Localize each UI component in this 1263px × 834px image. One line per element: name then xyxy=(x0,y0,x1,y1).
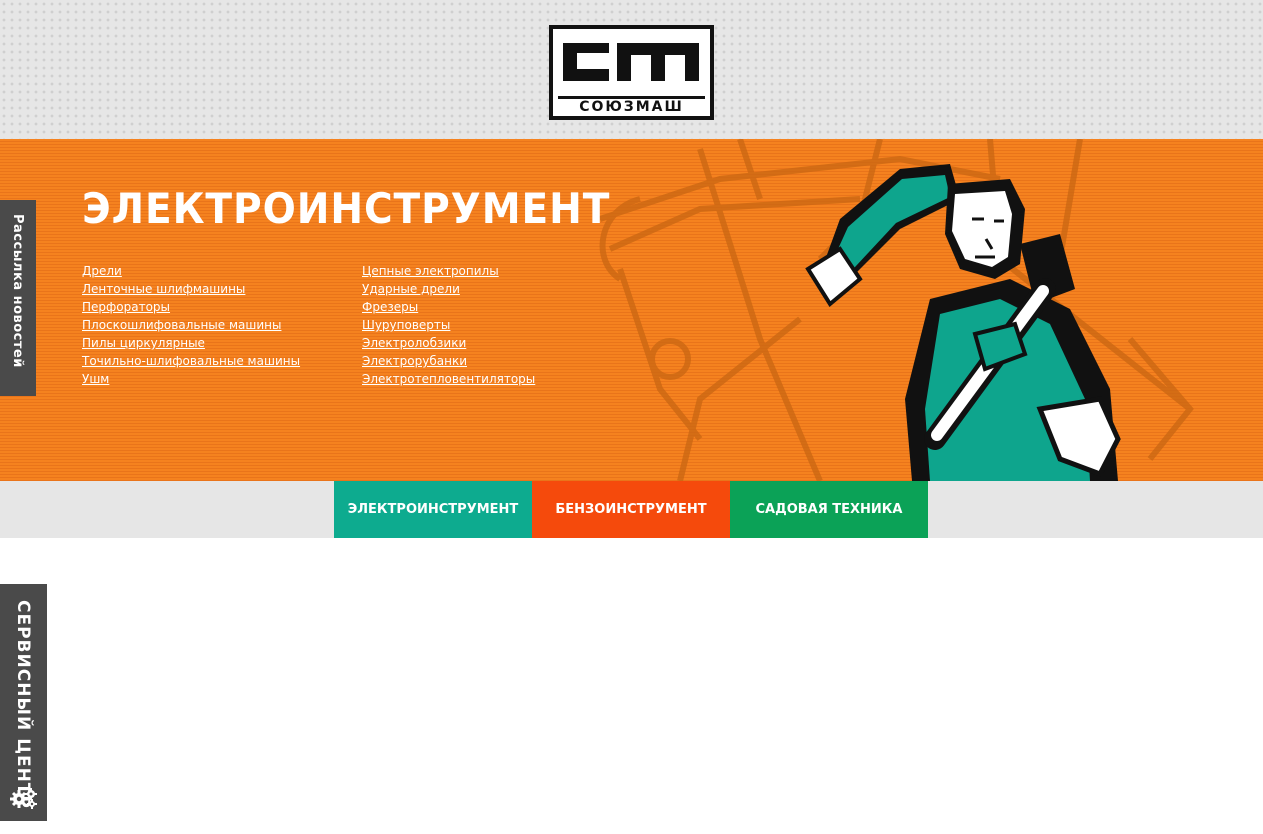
list-item: Точильно-шлифовальные машины xyxy=(82,351,300,369)
list-item: Шуруповерты xyxy=(362,315,535,333)
link-bench-grinders[interactable]: Точильно-шлифовальные машины xyxy=(82,354,300,368)
header: СОЮЗМАШ xyxy=(0,0,1263,139)
link-routers[interactable]: Фрезеры xyxy=(362,300,418,314)
list-item: Плоскошлифовальные машины xyxy=(82,315,300,333)
page-title: ЭЛЕКТРОИНСТРУМЕНТ xyxy=(82,184,611,233)
list-item: Фрезеры xyxy=(362,297,535,315)
list-item: Перфораторы xyxy=(82,297,300,315)
link-belt-sanders[interactable]: Ленточные шлифмашины xyxy=(82,282,245,296)
link-orbital-sanders[interactable]: Плоскошлифовальные машины xyxy=(82,318,281,332)
logo-text: СОЮЗМАШ xyxy=(558,96,705,115)
hero-banner: ЭЛЕКТРОИНСТРУМЕНТ Дрели Ленточные шлифма… xyxy=(0,139,1263,481)
tab-electro-tools[interactable]: ЭЛЕКТРОИНСТРУМЕНТ xyxy=(334,481,532,538)
list-item: Ушм xyxy=(82,369,300,387)
logo[interactable]: СОЮЗМАШ xyxy=(549,25,714,120)
link-planers[interactable]: Электрорубанки xyxy=(362,354,467,368)
list-item: Ленточные шлифмашины xyxy=(82,279,300,297)
link-heat-guns[interactable]: Электротепловентиляторы xyxy=(362,372,535,386)
newsletter-tab-label: Рассылка новостей xyxy=(10,214,25,368)
service-center-label: СЕРВИСНЫЙ ЦЕНТР xyxy=(13,600,33,809)
newsletter-tab[interactable]: Рассылка новостей xyxy=(0,200,36,396)
link-circular-saws[interactable]: Пилы циркулярные xyxy=(82,336,205,350)
list-item: Электротепловентиляторы xyxy=(362,369,535,387)
list-item: Электролобзики xyxy=(362,333,535,351)
link-impact-drills[interactable]: Ударные дрели xyxy=(362,282,460,296)
link-rotary-hammers[interactable]: Перфораторы xyxy=(82,300,170,314)
category-links-right: Цепные электропилы Ударные дрели Фрезеры… xyxy=(362,261,535,387)
link-jigsaws[interactable]: Электролобзики xyxy=(362,336,466,350)
worker-figure xyxy=(805,164,1121,481)
link-drills[interactable]: Дрели xyxy=(82,264,122,278)
list-item: Электрорубанки xyxy=(362,351,535,369)
list-item: Цепные электропилы xyxy=(362,261,535,279)
link-angle-grinders[interactable]: Ушм xyxy=(82,372,109,386)
service-center-tab[interactable]: СЕРВИСНЫЙ ЦЕНТР xyxy=(0,584,47,821)
link-screwdrivers[interactable]: Шуруповерты xyxy=(362,318,450,332)
category-tabs: ЭЛЕКТРОИНСТРУМЕНТ БЕНЗОИНСТРУМЕНТ САДОВА… xyxy=(0,481,1263,538)
list-item: Ударные дрели xyxy=(362,279,535,297)
category-links-left: Дрели Ленточные шлифмашины Перфораторы П… xyxy=(82,261,300,387)
tab-garden-equipment[interactable]: САДОВАЯ ТЕХНИКА xyxy=(730,481,928,538)
list-item: Дрели xyxy=(82,261,300,279)
list-item: Пилы циркулярные xyxy=(82,333,300,351)
gears-icon xyxy=(10,788,37,809)
tab-petrol-tools[interactable]: БЕНЗОИНСТРУМЕНТ xyxy=(532,481,730,538)
link-chain-saws[interactable]: Цепные электропилы xyxy=(362,264,499,278)
